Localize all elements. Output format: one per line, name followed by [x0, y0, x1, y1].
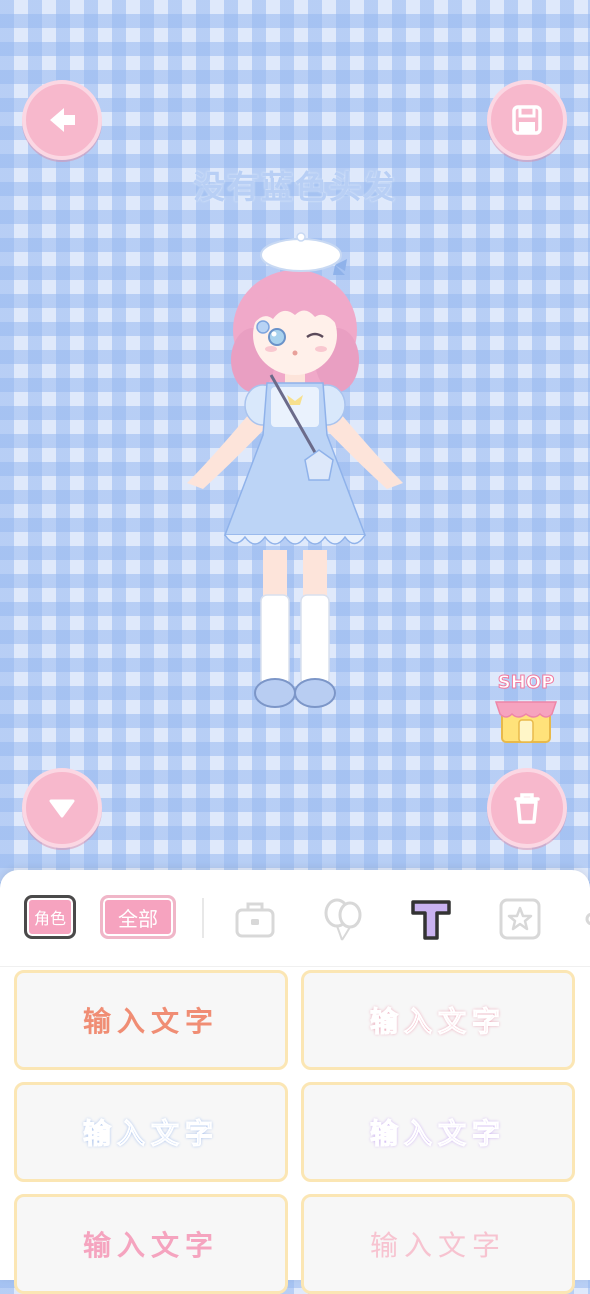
trash-icon: [514, 793, 540, 824]
more-icon[interactable]: [582, 896, 590, 942]
text-style-card[interactable]: 输入文字: [301, 970, 575, 1070]
text-style-card[interactable]: 输入文字: [14, 1082, 288, 1182]
category-tabs: 角色 全部: [0, 870, 590, 967]
back-button[interactable]: [22, 80, 102, 160]
back-arrow-icon: [50, 108, 75, 132]
text-style-card[interactable]: 输入文字: [14, 970, 288, 1070]
balloon-icon[interactable]: [320, 896, 366, 942]
save-disk-icon: [512, 105, 542, 135]
character-figure[interactable]: [175, 225, 415, 725]
text-panel: 角色 全部 输入文字 输入文字 输入文字 输入文字 输入文字 输入文字: [0, 870, 590, 1294]
text-t-icon[interactable]: [408, 896, 454, 942]
dressup-canvas: 没有蓝色头发 SHOP: [0, 0, 590, 870]
text-style-card[interactable]: 输入文字: [301, 1194, 575, 1294]
star-icon[interactable]: [497, 896, 543, 942]
canvas-text-label[interactable]: 没有蓝色头发: [0, 162, 590, 208]
text-style-card[interactable]: 输入文字: [301, 1082, 575, 1182]
bag-icon[interactable]: [232, 896, 278, 942]
shop-button[interactable]: SHOP: [488, 672, 564, 748]
triangle-down-icon: [49, 799, 75, 818]
role-tag-button[interactable]: 角色: [24, 895, 76, 939]
delete-button[interactable]: [487, 768, 567, 848]
collapse-panel-button[interactable]: [22, 768, 102, 848]
save-button[interactable]: [487, 80, 567, 160]
tab-divider: [202, 898, 204, 938]
text-style-card[interactable]: 输入文字: [14, 1194, 288, 1294]
all-tag-button[interactable]: 全部: [100, 895, 176, 939]
shop-label: SHOP: [497, 672, 555, 694]
